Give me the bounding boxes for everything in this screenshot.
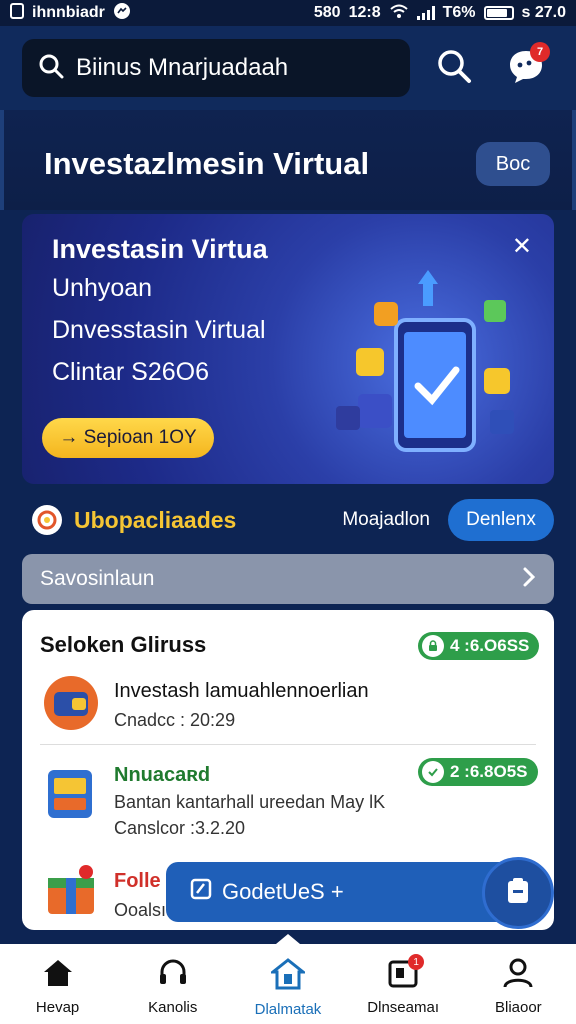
wifi-icon (389, 3, 409, 24)
battery-percent: T6% (442, 4, 476, 21)
banner-line-3: Clintar S26O6 (52, 358, 210, 386)
headset-icon (157, 958, 189, 993)
status-clock: 12:8 (348, 4, 381, 21)
home-icon (42, 958, 74, 993)
list-item[interactable]: Nnuacaʀd 2 :6.8O5S Bantan kantarhall ure… (22, 752, 554, 842)
page-title: Investazlmesin Virtual (44, 146, 370, 181)
filter-label: Savosinlaun (40, 567, 155, 590)
check-icon (422, 761, 444, 783)
item-pill-value: 2 :6.8O5S (450, 762, 528, 781)
card-title: Seloken Gliruss (40, 632, 207, 657)
battery-icon (483, 6, 514, 20)
phone-icon (10, 2, 24, 24)
section-logo-icon (32, 505, 62, 535)
item-title: Nnuacaʀd (114, 764, 211, 786)
banner-close-button[interactable]: ✕ (512, 232, 532, 261)
filter-bar[interactable]: Savosinlaun (22, 554, 554, 604)
section-title: Ubopacliaades (74, 506, 237, 533)
nav-badge: 1 (408, 954, 425, 970)
nav-item-home[interactable]: Hevap (3, 958, 113, 1016)
search-input[interactable]: Biinus Mnarjuadaah (22, 39, 410, 97)
item-subtitle: Bantan kantarhall ureedan May lK (114, 792, 386, 812)
calculator-icon (48, 770, 92, 818)
nav-label: Kanolis (148, 999, 198, 1016)
nav-label: Dlalmatak (254, 1001, 322, 1018)
page-header: Investazlmesin Virtual Boc (0, 110, 576, 210)
clipboard-icon (503, 876, 533, 911)
signal-icon (416, 6, 435, 20)
create-button[interactable]: GodetUeS + (166, 862, 514, 922)
header-action-button[interactable]: Boc (476, 142, 550, 186)
status-left-time: 580 (313, 4, 341, 21)
nav-item-dashboard[interactable]: Dlalmatak (233, 958, 343, 1018)
nav-item-support[interactable]: Kanolis (118, 958, 228, 1016)
status-bar: ihnnbiadr 580 12:8 T6% s 27.0 (0, 0, 576, 26)
messenger-icon (113, 2, 131, 25)
banner-line-2: Dnvesstasin Virtual (52, 316, 266, 344)
item-date: Canslcor :3.2.20 (114, 818, 246, 838)
wallet-icon (44, 676, 98, 730)
search-icon (436, 48, 472, 89)
section-action-button[interactable]: Denlenx (448, 499, 554, 541)
notification-badge: 7 (530, 42, 550, 62)
divider (40, 744, 536, 745)
search-placeholder: Biinus Mnarjuadaah (76, 54, 289, 81)
chevron-right-icon (522, 566, 536, 593)
item-status-pill: 2 :6.8O5S (418, 758, 538, 786)
lock-icon (422, 635, 444, 657)
clipboard-fab-button[interactable] (482, 857, 554, 929)
nav-item-messages[interactable]: 1 Dlnseamaı (348, 954, 458, 1016)
section-header: Ubopacliaades Moajadlon Denlenx (22, 498, 554, 542)
item-subtitle: Cnadcc : 20:29 (114, 710, 236, 730)
status-app-name: ihnnbiadr (32, 4, 105, 21)
edit-icon (190, 878, 212, 906)
list-item[interactable]: Investash lamuahlennoerlian Cnadcc : 20:… (22, 670, 554, 744)
top-bar: Biinus Mnarjuadaah 7 (0, 26, 576, 110)
item-title: Investash lamuahlennoerlian (114, 680, 369, 702)
item-subtitle: Ooalsı (114, 900, 167, 920)
search-icon (38, 53, 64, 84)
card-pill-value: 4 :6.O6SS (450, 636, 530, 655)
card-status-pill: 4 :6.O6SS (418, 632, 540, 660)
bottom-navigation: Hevap Kanolis Dlalmatak 1 Dlnseamaı Blia… (0, 944, 576, 1024)
nav-label: Bliaoor (494, 999, 542, 1016)
gift-box-icon (48, 865, 94, 914)
house-document-icon (268, 958, 308, 995)
nav-indicator (276, 934, 300, 944)
section-link[interactable]: Moajadlon (342, 509, 430, 531)
banner-line-1: Unhyoan (52, 274, 153, 302)
search-button[interactable] (434, 48, 474, 88)
banner-cta-button[interactable]: → Sepioan 1OY (42, 418, 214, 458)
status-extra: s 27.0 (521, 4, 566, 21)
nav-label: Dlnseamaı (367, 999, 439, 1016)
nav-item-profile[interactable]: Bliaoor (463, 958, 573, 1016)
item-title: Folle (114, 870, 161, 892)
promo-banner[interactable]: Investasin Virtua Unhyoan Dnvesstasin Vi… (22, 214, 554, 484)
user-icon (502, 958, 534, 993)
investment-phone-illustration (336, 270, 514, 452)
nav-label: Hevap (35, 999, 80, 1016)
banner-title: Investasin Virtua (52, 234, 268, 264)
create-button-label: GodetUeS + (222, 879, 344, 904)
notification-button[interactable]: 7 (506, 42, 550, 88)
